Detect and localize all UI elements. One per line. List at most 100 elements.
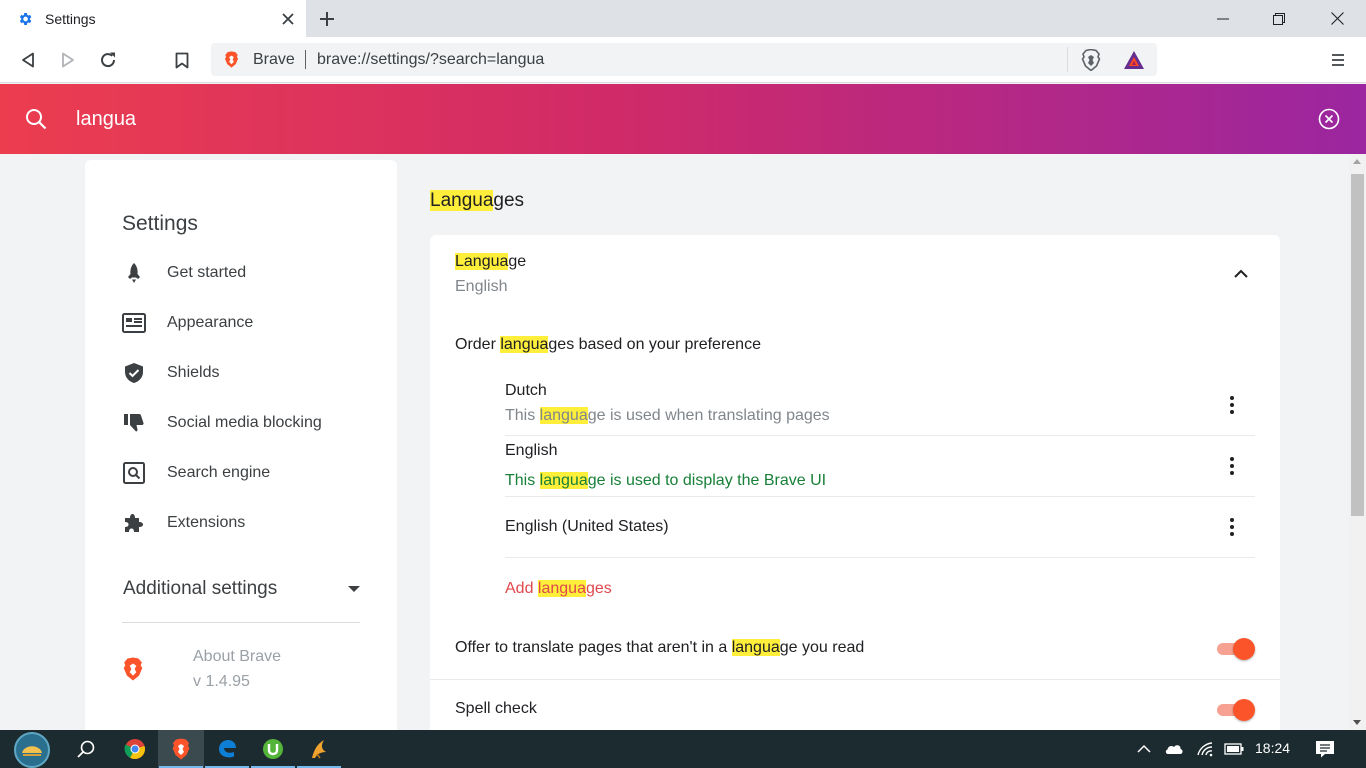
language-description: This language is used when translating p… (505, 407, 830, 425)
tab-settings[interactable]: Settings (0, 0, 306, 37)
start-button[interactable] (9, 731, 55, 768)
shield-icon (122, 361, 146, 385)
wifi-icon[interactable] (1194, 739, 1216, 759)
onedrive-icon[interactable] (1163, 739, 1185, 759)
restore-icon[interactable] (1250, 0, 1308, 37)
desc-post: ge is used when translating pages (587, 407, 830, 424)
list-item: English This language is used to display… (505, 442, 1255, 494)
additional-settings-toggle[interactable]: Additional settings (123, 574, 360, 604)
nav-item-label: Extensions (167, 514, 246, 531)
list-item: English (United States) (505, 518, 1255, 548)
battery-icon[interactable] (1223, 739, 1245, 759)
row-divider (505, 496, 1255, 497)
bookmark-icon[interactable] (170, 48, 194, 72)
languages-card: Language English Order languages based o… (430, 235, 1280, 735)
search-highlight: langua (731, 639, 780, 656)
more-options-icon[interactable] (1223, 516, 1241, 538)
title-bar: Settings (0, 0, 1366, 37)
search-highlight: langua (537, 580, 586, 597)
nav-item-search-engine[interactable]: Search engine (122, 458, 382, 488)
nav-title: Settings (122, 212, 198, 235)
app-bird-icon[interactable] (296, 730, 342, 768)
nav-item-social-media-blocking[interactable]: Social media blocking (122, 408, 382, 438)
close-window-icon[interactable] (1308, 0, 1366, 37)
add-pre: Add (505, 580, 538, 597)
rewards-icon[interactable] (1123, 50, 1145, 70)
new-tab-icon[interactable] (316, 8, 338, 30)
edge-icon[interactable] (204, 730, 250, 768)
brave-taskbar-icon[interactable] (158, 730, 204, 768)
notifications-icon[interactable] (1314, 739, 1336, 759)
forward-icon[interactable] (56, 48, 80, 72)
desc-pre: This (505, 472, 540, 489)
nav-item-extensions[interactable]: Extensions (122, 508, 382, 538)
omnibox-divider (1067, 47, 1068, 72)
search-highlight: Langua (430, 190, 494, 211)
chrome-icon[interactable] (112, 730, 158, 768)
appearance-icon (122, 311, 146, 335)
clock[interactable]: 18:24 (1255, 740, 1290, 756)
thumbs-down-icon (122, 411, 146, 435)
order-pre: Order (455, 336, 501, 353)
list-item: Dutch This language is used when transla… (505, 382, 1255, 434)
settings-nav: Settings Get started Appearance Shields … (85, 160, 397, 732)
spell-check-setting: Spell check (455, 695, 1255, 725)
chevron-up-icon[interactable] (1232, 267, 1250, 281)
about-brave-version: v 1.4.95 (193, 673, 250, 690)
scroll-up-icon[interactable] (1353, 159, 1361, 164)
page-scrollbar[interactable] (1349, 154, 1366, 730)
nav-item-label: Appearance (167, 314, 254, 331)
language-name: Dutch (505, 382, 547, 399)
search-taskbar-icon[interactable] (63, 730, 109, 768)
tray-overflow-icon[interactable] (1134, 739, 1154, 759)
minimize-icon[interactable] (1194, 0, 1252, 37)
close-tab-icon[interactable] (278, 9, 298, 29)
search-highlight: langua (539, 407, 588, 424)
reload-icon[interactable] (96, 48, 120, 72)
more-options-icon[interactable] (1223, 455, 1241, 477)
scroll-down-icon[interactable] (1353, 720, 1361, 725)
search-highlight: langua (500, 336, 549, 353)
spell-check-toggle[interactable] (1215, 699, 1255, 721)
translate-post: ge you read (779, 639, 865, 656)
row-divider (505, 557, 1255, 558)
search-highlight: langua (539, 472, 588, 489)
back-icon[interactable] (16, 48, 40, 72)
search-icon (25, 108, 47, 130)
nav-item-appearance[interactable]: Appearance (122, 308, 382, 338)
nav-divider (122, 622, 360, 623)
nav-item-get-started[interactable]: Get started (122, 258, 382, 288)
utorrent-icon[interactable] (250, 730, 296, 768)
browser-toolbar: Brave brave://settings/?search=langua (0, 37, 1366, 83)
order-post: ges based on your preference (548, 336, 761, 353)
search-highlight: Langua (455, 253, 509, 270)
clear-search-icon[interactable] (1318, 108, 1340, 130)
section-title-rest: ges (493, 190, 525, 211)
spell-check-label: Spell check (455, 700, 537, 717)
offer-translate-toggle[interactable] (1215, 638, 1255, 660)
scheme-separator (305, 50, 306, 69)
url-text[interactable]: brave://settings/?search=langua (317, 51, 544, 69)
more-options-icon[interactable] (1223, 394, 1241, 416)
desc-post: ge is used to display the Brave UI (587, 472, 827, 489)
scroll-thumb[interactable] (1351, 174, 1364, 516)
brave-shields-icon[interactable] (1080, 48, 1102, 72)
nav-item-shields[interactable]: Shields (122, 358, 382, 388)
settings-search-header (0, 84, 1366, 154)
order-languages-label: Order languages based on your preference (455, 336, 761, 354)
search-engine-icon (122, 461, 146, 485)
add-post: ges (585, 580, 612, 597)
language-heading: Language (455, 253, 526, 271)
settings-search-input[interactable] (76, 104, 1076, 134)
rocket-icon (122, 261, 146, 285)
add-languages-button[interactable]: Add languages (505, 580, 612, 598)
about-brave-label: About Brave (193, 648, 282, 665)
desc-pre: This (505, 407, 540, 424)
additional-settings-label: Additional settings (123, 578, 278, 599)
nav-item-label: Get started (167, 264, 247, 281)
scheme-label: Brave (253, 51, 295, 68)
address-bar[interactable]: Brave brave://settings/?search=langua (211, 43, 1157, 76)
menu-icon[interactable] (1326, 48, 1350, 72)
taskbar: 18:24 (0, 730, 1366, 768)
about-brave-link[interactable]: About Brave v 1.4.95 (122, 648, 362, 698)
